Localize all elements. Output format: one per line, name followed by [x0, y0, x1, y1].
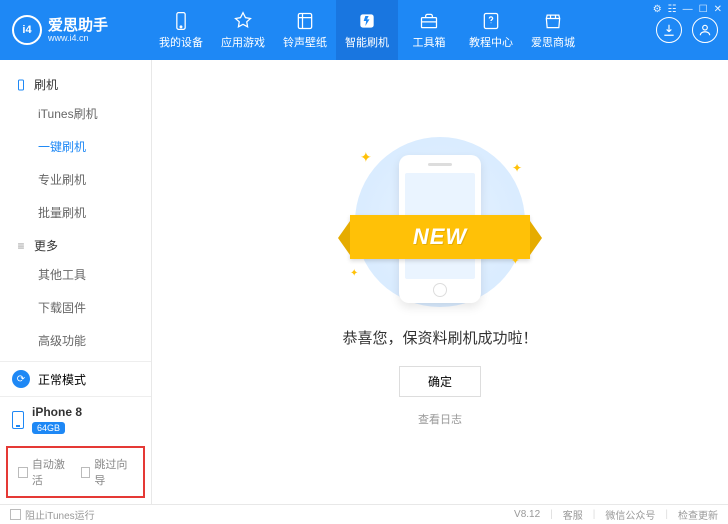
- nav-item-media[interactable]: 铃声壁纸: [274, 0, 336, 60]
- sidebar-item[interactable]: 其他工具: [0, 258, 151, 291]
- sidebar-group: ≡更多: [0, 229, 151, 258]
- nav-label: 铃声壁纸: [283, 34, 327, 50]
- view-log-link[interactable]: 查看日志: [418, 411, 462, 427]
- device-icon: [12, 411, 24, 429]
- sidebar: 刷机iTunes刷机一键刷机专业刷机批量刷机≡更多其他工具下载固件高级功能 ⟳ …: [0, 60, 152, 504]
- success-message: 恭喜您，保资料刷机成功啦！: [342, 327, 537, 348]
- nav-label: 我的设备: [159, 34, 203, 50]
- nav-label: 教程中心: [469, 34, 513, 50]
- storage-badge: 64GB: [32, 422, 65, 434]
- sidebar-item[interactable]: 专业刷机: [0, 163, 151, 196]
- sidebar-item[interactable]: iTunes刷机: [0, 97, 151, 130]
- update-link[interactable]: 检查更新: [678, 507, 718, 522]
- brand-name: 爱思助手: [48, 18, 108, 33]
- nav-item-help[interactable]: 教程中心: [460, 0, 522, 60]
- apps-icon: [233, 10, 253, 32]
- minimize-button[interactable]: —: [683, 4, 693, 15]
- brand-url: www.i4.cn: [48, 33, 108, 43]
- shop-icon: [543, 10, 563, 32]
- footer: 阻止iTunes运行 V8.12| 客服| 微信公众号| 检查更新: [0, 504, 728, 524]
- wechat-link[interactable]: 微信公众号: [605, 507, 655, 522]
- nav-label: 爱思商城: [531, 34, 575, 50]
- phone-icon: [14, 78, 28, 92]
- sidebar-item[interactable]: 批量刷机: [0, 196, 151, 229]
- nav-label: 智能刷机: [345, 34, 389, 50]
- support-link[interactable]: 客服: [563, 507, 583, 522]
- sidebar-item[interactable]: 一键刷机: [0, 130, 151, 163]
- block-itunes-label: 阻止iTunes运行: [25, 507, 95, 522]
- nav-item-apps[interactable]: 应用游戏: [212, 0, 274, 60]
- flash-icon: [357, 10, 377, 32]
- skip-guide-checkbox[interactable]: 跳过向导: [81, 456, 134, 488]
- bottom-options: 自动激活 跳过向导: [6, 446, 145, 498]
- help-icon: [481, 10, 501, 32]
- mode-label: 正常模式: [38, 371, 86, 388]
- sidebar-item[interactable]: 高级功能: [0, 324, 151, 357]
- download-button[interactable]: [656, 17, 682, 43]
- nav-label: 应用游戏: [221, 34, 265, 50]
- nav-item-flash[interactable]: 智能刷机: [336, 0, 398, 60]
- star-icon: ✦: [350, 268, 358, 279]
- more-icon: ≡: [14, 239, 28, 253]
- main-nav: 我的设备 应用游戏 铃声壁纸 智能刷机 工具箱 教程中心 爱思商城: [150, 0, 656, 60]
- ribbon-text: NEW: [413, 224, 467, 250]
- nav-label: 工具箱: [413, 34, 446, 50]
- mode-icon: ⟳: [12, 370, 30, 388]
- logo-icon: i4: [12, 15, 42, 45]
- auto-activate-checkbox[interactable]: 自动激活: [18, 456, 71, 488]
- user-button[interactable]: [692, 17, 718, 43]
- device-row[interactable]: iPhone 8 64GB: [0, 397, 151, 442]
- header: i4 爱思助手 www.i4.cn 我的设备 应用游戏 铃声壁纸 智能刷机 工具箱 教程中…: [0, 0, 728, 60]
- brand: i4 爱思助手 www.i4.cn: [0, 15, 150, 45]
- media-icon: [295, 10, 315, 32]
- star-icon: ✦: [511, 254, 520, 267]
- star-icon: ✦: [512, 161, 522, 175]
- close-button[interactable]: ✕: [714, 4, 722, 15]
- maximize-button[interactable]: ☐: [699, 4, 708, 15]
- nav-item-shop[interactable]: 爱思商城: [522, 0, 584, 60]
- nav-item-phone[interactable]: 我的设备: [150, 0, 212, 60]
- ok-button[interactable]: 确定: [399, 366, 481, 397]
- main-content: NEW ✦ ✦ ✦ ✦ 恭喜您，保资料刷机成功啦！ 确定 查看日志: [152, 60, 728, 504]
- mode-row[interactable]: ⟳ 正常模式: [0, 362, 151, 397]
- success-illustration: NEW ✦ ✦ ✦ ✦: [330, 137, 550, 307]
- sidebar-group: 刷机: [0, 68, 151, 97]
- sidebar-item[interactable]: 下载固件: [0, 291, 151, 324]
- device-name: iPhone 8: [32, 405, 82, 419]
- phone-icon: [171, 10, 191, 32]
- settings-icon[interactable]: ⚙: [653, 4, 662, 15]
- block-itunes-checkbox[interactable]: [10, 509, 21, 520]
- skin-icon[interactable]: ☷: [668, 4, 677, 15]
- version-label: V8.12: [514, 509, 540, 520]
- tools-icon: [419, 10, 439, 32]
- nav-item-tools[interactable]: 工具箱: [398, 0, 460, 60]
- star-icon: ✦: [360, 149, 372, 166]
